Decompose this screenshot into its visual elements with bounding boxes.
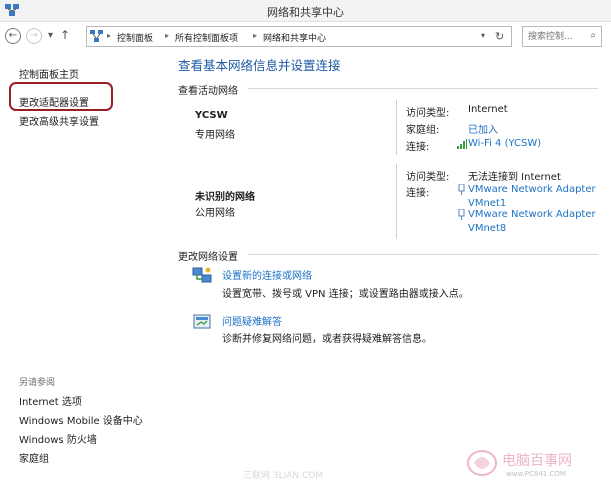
- access-type-value: 无法连接到 Internet: [468, 172, 561, 183]
- link-change-adapter-settings[interactable]: 更改适配器设置: [19, 94, 89, 109]
- address-field[interactable]: ▸ 控制面板 ▸ 所有控制面板项 ▸ 网络和共享中心 ▾ ↻: [86, 26, 512, 47]
- active-networks-heading: 查看活动网络: [178, 86, 238, 97]
- history-dropdown-button[interactable]: ▾: [48, 28, 53, 44]
- wifi-connection-link[interactable]: Wi-Fi 4 (YCSW): [468, 138, 541, 149]
- network-name: YCSW: [195, 110, 228, 121]
- pc841-watermark-logo: 电脑百事网 www.PC841.COM: [467, 450, 572, 478]
- chevron-down-icon: ▾: [48, 30, 54, 41]
- vmnet1-connection-link-line2[interactable]: VMnet1: [468, 198, 506, 209]
- breadcrumb-network-center[interactable]: 网络和共享中心: [263, 31, 326, 44]
- link-windows-mobile-center[interactable]: Windows Mobile 设备中心: [19, 412, 143, 427]
- link-control-panel-home[interactable]: 控制面板主页: [19, 66, 79, 81]
- vmnet1-connection-link[interactable]: VMware Network Adapter: [468, 184, 596, 195]
- setup-connection-description: 设置宽带、拨号或 VPN 连接；或设置路由器或接入点。: [222, 289, 469, 300]
- watermark-logo-url: www.PC841.COM: [506, 470, 566, 478]
- network-category: 专用网络: [195, 130, 235, 141]
- access-type-value: Internet: [468, 104, 508, 115]
- refresh-button[interactable]: ↻: [495, 30, 504, 43]
- access-type-label: 访问类型:: [406, 172, 450, 183]
- change-settings-heading: 更改网络设置: [178, 252, 238, 263]
- arrow-right-icon: →: [29, 30, 39, 41]
- breadcrumb-control-panel[interactable]: 控制面板: [117, 31, 153, 44]
- title-bar: 网络和共享中心: [0, 0, 611, 22]
- divider: [248, 88, 598, 89]
- forward-button[interactable]: →: [26, 28, 42, 44]
- back-button[interactable]: ←: [5, 28, 21, 44]
- search-input[interactable]: [523, 27, 583, 46]
- watermark-site-text: 三联网 3LIAN.COM: [243, 471, 324, 481]
- watermark-logo-text: 电脑百事网: [502, 453, 572, 469]
- link-homegroup[interactable]: 家庭组: [19, 450, 49, 465]
- connection-label: 连接:: [406, 188, 430, 199]
- connection-label: 连接:: [406, 142, 430, 153]
- link-internet-options[interactable]: Internet 选项: [19, 393, 82, 408]
- address-bar: ← → ▾ ↑ ▸ 控制面板 ▸ 所有控制面板项 ▸ 网络和共享中心 ▾ ↻ ⌕: [0, 22, 611, 52]
- network-name: 未识别的网络: [195, 192, 255, 203]
- refresh-icon: ↻: [495, 30, 505, 43]
- search-box[interactable]: ⌕: [522, 26, 602, 47]
- link-change-advanced-sharing[interactable]: 更改高级共享设置: [19, 113, 99, 128]
- window-title: 网络和共享中心: [267, 6, 344, 19]
- vmnet8-connection-link-line2[interactable]: VMnet8: [468, 223, 506, 234]
- see-also-heading: 另请参阅: [19, 378, 56, 388]
- page-title: 查看基本网络信息并设置连接: [178, 58, 341, 73]
- breadcrumb-separator-icon: ▸: [165, 31, 170, 40]
- troubleshoot-description: 诊断并修复网络问题，或者获得疑难解答信息。: [222, 334, 432, 345]
- troubleshoot-icon: [193, 314, 211, 329]
- network-adapter-icon: [458, 184, 465, 195]
- control-panel-icon: [90, 30, 103, 42]
- breadcrumb-all-items[interactable]: 所有控制面板项: [175, 31, 238, 44]
- up-button[interactable]: ↑: [60, 27, 70, 43]
- link-windows-firewall[interactable]: Windows 防火墙: [19, 431, 97, 446]
- homegroup-joined-link[interactable]: 已加入: [468, 121, 498, 136]
- breadcrumb-separator-icon: ▸: [107, 31, 112, 40]
- homegroup-label: 家庭组:: [406, 125, 440, 136]
- network-category: 公用网络: [195, 208, 235, 219]
- main-pane: 查看基本网络信息并设置连接 查看活动网络 YCSW 专用网络 访问类型: Int…: [170, 52, 611, 485]
- divider: [396, 164, 397, 239]
- address-dropdown-button[interactable]: ▾: [481, 31, 485, 40]
- left-pane: 控制面板主页 更改适配器设置 更改高级共享设置 另请参阅 Internet 选项…: [0, 52, 170, 485]
- wifi-signal-icon: [457, 139, 467, 149]
- network-adapter-icon: [458, 209, 465, 220]
- breadcrumb-separator-icon: ▸: [253, 31, 258, 40]
- arrow-left-icon: ←: [8, 30, 18, 41]
- search-icon[interactable]: ⌕: [590, 30, 596, 41]
- network-setup-icon: [192, 267, 212, 283]
- arrow-up-icon: ↑: [60, 28, 71, 42]
- chevron-down-icon: ▾: [481, 31, 486, 40]
- setup-connection-link[interactable]: 设置新的连接或网络: [222, 267, 312, 282]
- divider: [396, 100, 397, 155]
- access-type-label: 访问类型:: [406, 108, 450, 119]
- troubleshoot-link[interactable]: 问题疑难解答: [222, 313, 282, 328]
- divider: [248, 254, 598, 255]
- vmnet8-connection-link[interactable]: VMware Network Adapter: [468, 209, 596, 220]
